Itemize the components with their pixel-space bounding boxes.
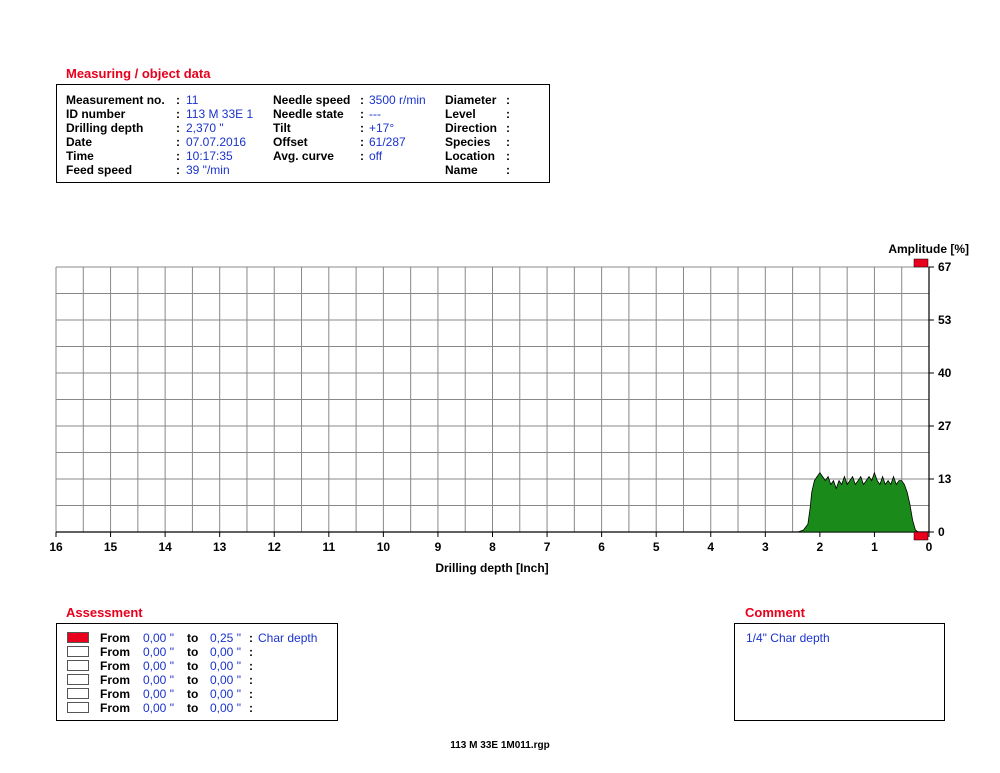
y-tick-label: 27 — [938, 419, 952, 433]
to-label: to — [187, 673, 199, 687]
to-value: 0,00 " — [210, 673, 241, 687]
x-tick-label: 1 — [871, 540, 878, 554]
amplitude-marker-top — [913, 258, 929, 268]
assessment-panel: From 0,00 " to 0,25 " Char depth: From 0,00 " t… — [56, 623, 338, 721]
colon: : — [249, 631, 253, 645]
to-value: 0,25 " — [210, 631, 241, 645]
description: Char depth — [258, 631, 318, 645]
x-tick-label: 13 — [213, 540, 227, 554]
comment-title: Comment — [745, 605, 805, 620]
colon: : — [249, 645, 253, 659]
from-label: From — [100, 659, 130, 673]
x-tick-label: 11 — [322, 540, 335, 554]
comment-panel: 1/4" Char depth — [734, 623, 945, 721]
colon: : — [249, 659, 253, 673]
color-swatch[interactable] — [67, 674, 89, 685]
x-tick-label: 0 — [926, 540, 933, 554]
assessment-title: Assessment — [66, 605, 143, 620]
y-tick-label: 40 — [938, 366, 952, 380]
assessment-row: From 0,00 " to 0,00 ": — [57, 673, 337, 687]
from-label: From — [100, 631, 130, 645]
from-value: 0,00 " — [143, 673, 174, 687]
to-label: to — [187, 701, 199, 715]
assessment-row: From 0,00 " to 0,25 " Char depth: — [57, 631, 337, 645]
color-swatch[interactable] — [67, 632, 89, 643]
x-tick-label: 15 — [104, 540, 118, 554]
from-value: 0,00 " — [143, 687, 174, 701]
from-value: 0,00 " — [143, 701, 174, 715]
y-tick-label: 0 — [938, 525, 945, 539]
x-tick-label: 2 — [817, 540, 824, 554]
color-swatch[interactable] — [67, 646, 89, 657]
y-axis-label: Amplitude [%] — [888, 242, 969, 256]
to-value: 0,00 " — [210, 659, 241, 673]
assessment-row: From 0,00 " to 0,00 ": — [57, 659, 337, 673]
to-label: to — [187, 659, 199, 673]
chart-grid — [55, 266, 930, 533]
colon: : — [249, 701, 253, 715]
color-swatch[interactable] — [67, 688, 89, 699]
x-tick-label: 7 — [544, 540, 551, 554]
from-value: 0,00 " — [143, 631, 174, 645]
from-label: From — [100, 673, 130, 687]
x-tick-label: 16 — [49, 540, 63, 554]
to-label: to — [187, 631, 199, 645]
x-tick-label: 3 — [762, 540, 769, 554]
x-axis-label: Drilling depth [Inch] — [435, 561, 548, 575]
x-tick-label: 6 — [598, 540, 605, 554]
assessment-row: From 0,00 " to 0,00 ": — [57, 645, 337, 659]
color-swatch[interactable] — [67, 660, 89, 671]
amplitude-marker-bottom — [913, 531, 929, 541]
y-tick-labels: 0 13 27 40 53 67 — [929, 260, 952, 539]
to-value: 0,00 " — [210, 645, 241, 659]
x-tick-label: 14 — [158, 540, 172, 554]
to-label: to — [187, 645, 199, 659]
y-tick-label: 13 — [938, 472, 952, 486]
from-label: From — [100, 701, 130, 715]
colon: : — [249, 673, 253, 687]
to-value: 0,00 " — [210, 687, 241, 701]
comment-text: 1/4" Char depth — [746, 631, 830, 645]
colon: : — [249, 687, 253, 701]
x-tick-label: 9 — [435, 540, 442, 554]
x-tick-label: 8 — [489, 540, 496, 554]
y-tick-label: 67 — [938, 260, 952, 274]
assessment-row: From 0,00 " to 0,00 ": — [57, 701, 337, 715]
drilling-chart: Amplitude [%] 16 15 14 13 12 11 10 9 8 7 6 5 4 3 2 1 0 0… — [49, 242, 969, 575]
from-value: 0,00 " — [143, 659, 174, 673]
from-label: From — [100, 645, 130, 659]
from-value: 0,00 " — [143, 645, 174, 659]
x-tick-label: 10 — [377, 540, 391, 554]
x-tick-label: 5 — [653, 540, 660, 554]
y-tick-label: 53 — [938, 313, 952, 327]
from-label: From — [100, 687, 130, 701]
file-name: 113 M 33E 1M011.rgp — [450, 740, 550, 751]
color-swatch[interactable] — [67, 702, 89, 713]
assessment-row: From 0,00 " to 0,00 ": — [57, 687, 337, 701]
to-label: to — [187, 687, 199, 701]
to-value: 0,00 " — [210, 701, 241, 715]
x-tick-labels: 16 15 14 13 12 11 10 9 8 7 6 5 4 3 2 1 0 — [49, 532, 933, 554]
x-tick-label: 4 — [707, 540, 714, 554]
x-tick-label: 12 — [268, 540, 282, 554]
amplitude-area — [797, 471, 920, 533]
